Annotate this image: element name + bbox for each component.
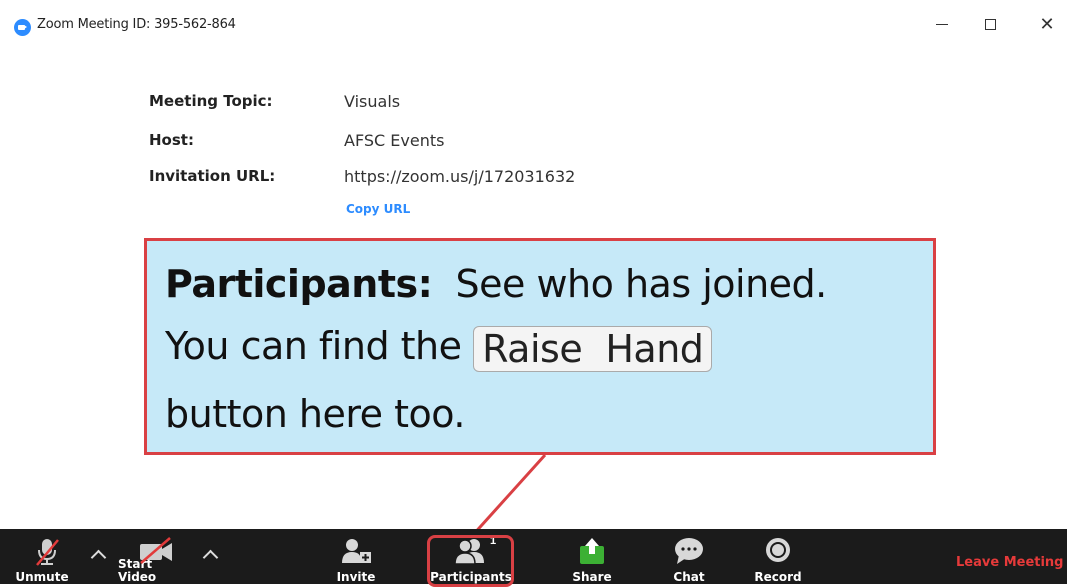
share-screen-icon	[580, 538, 604, 564]
callout-heading: Participants:	[165, 262, 433, 306]
callout-line-2: You can find the Raise Hand	[165, 324, 713, 372]
zoom-meeting-window: Zoom Meeting ID: 395-562-864 ✕ Meeting T…	[0, 0, 1067, 587]
callout-line-3: button here too.	[165, 392, 465, 436]
unmute-label: Unmute	[15, 570, 69, 584]
raise-hand-button-example: Raise Hand	[473, 325, 713, 372]
chat-bubble-icon	[675, 538, 703, 564]
callout-line-1-text: See who has joined.	[455, 262, 828, 306]
meeting-toolbar: Unmute Start Video Invite Participants S…	[0, 529, 1067, 584]
invite-button[interactable]: Invite	[330, 529, 382, 584]
start-video-button[interactable]: Start Video	[118, 529, 194, 584]
record-label: Record	[754, 570, 802, 584]
video-off-icon	[140, 537, 172, 564]
record-button[interactable]: Record	[752, 529, 804, 584]
callout-line-1: Participants: See who has joined.	[165, 262, 827, 306]
video-options-chevron-icon[interactable]	[202, 549, 219, 566]
callout-line-2-text: You can find the	[165, 324, 462, 368]
audio-options-chevron-icon[interactable]	[90, 549, 107, 566]
chat-button[interactable]: Chat	[665, 529, 713, 584]
unmute-button[interactable]: Unmute	[14, 529, 70, 584]
participants-highlight-box	[427, 535, 514, 587]
chat-label: Chat	[673, 570, 705, 584]
invite-label: Invite	[336, 570, 376, 584]
record-icon	[766, 538, 790, 562]
invite-user-icon	[342, 539, 371, 563]
leave-meeting-button[interactable]: Leave Meeting	[956, 555, 1064, 570]
share-button[interactable]: Share	[566, 529, 618, 584]
muted-microphone-icon	[36, 539, 59, 566]
share-label: Share	[572, 570, 612, 584]
